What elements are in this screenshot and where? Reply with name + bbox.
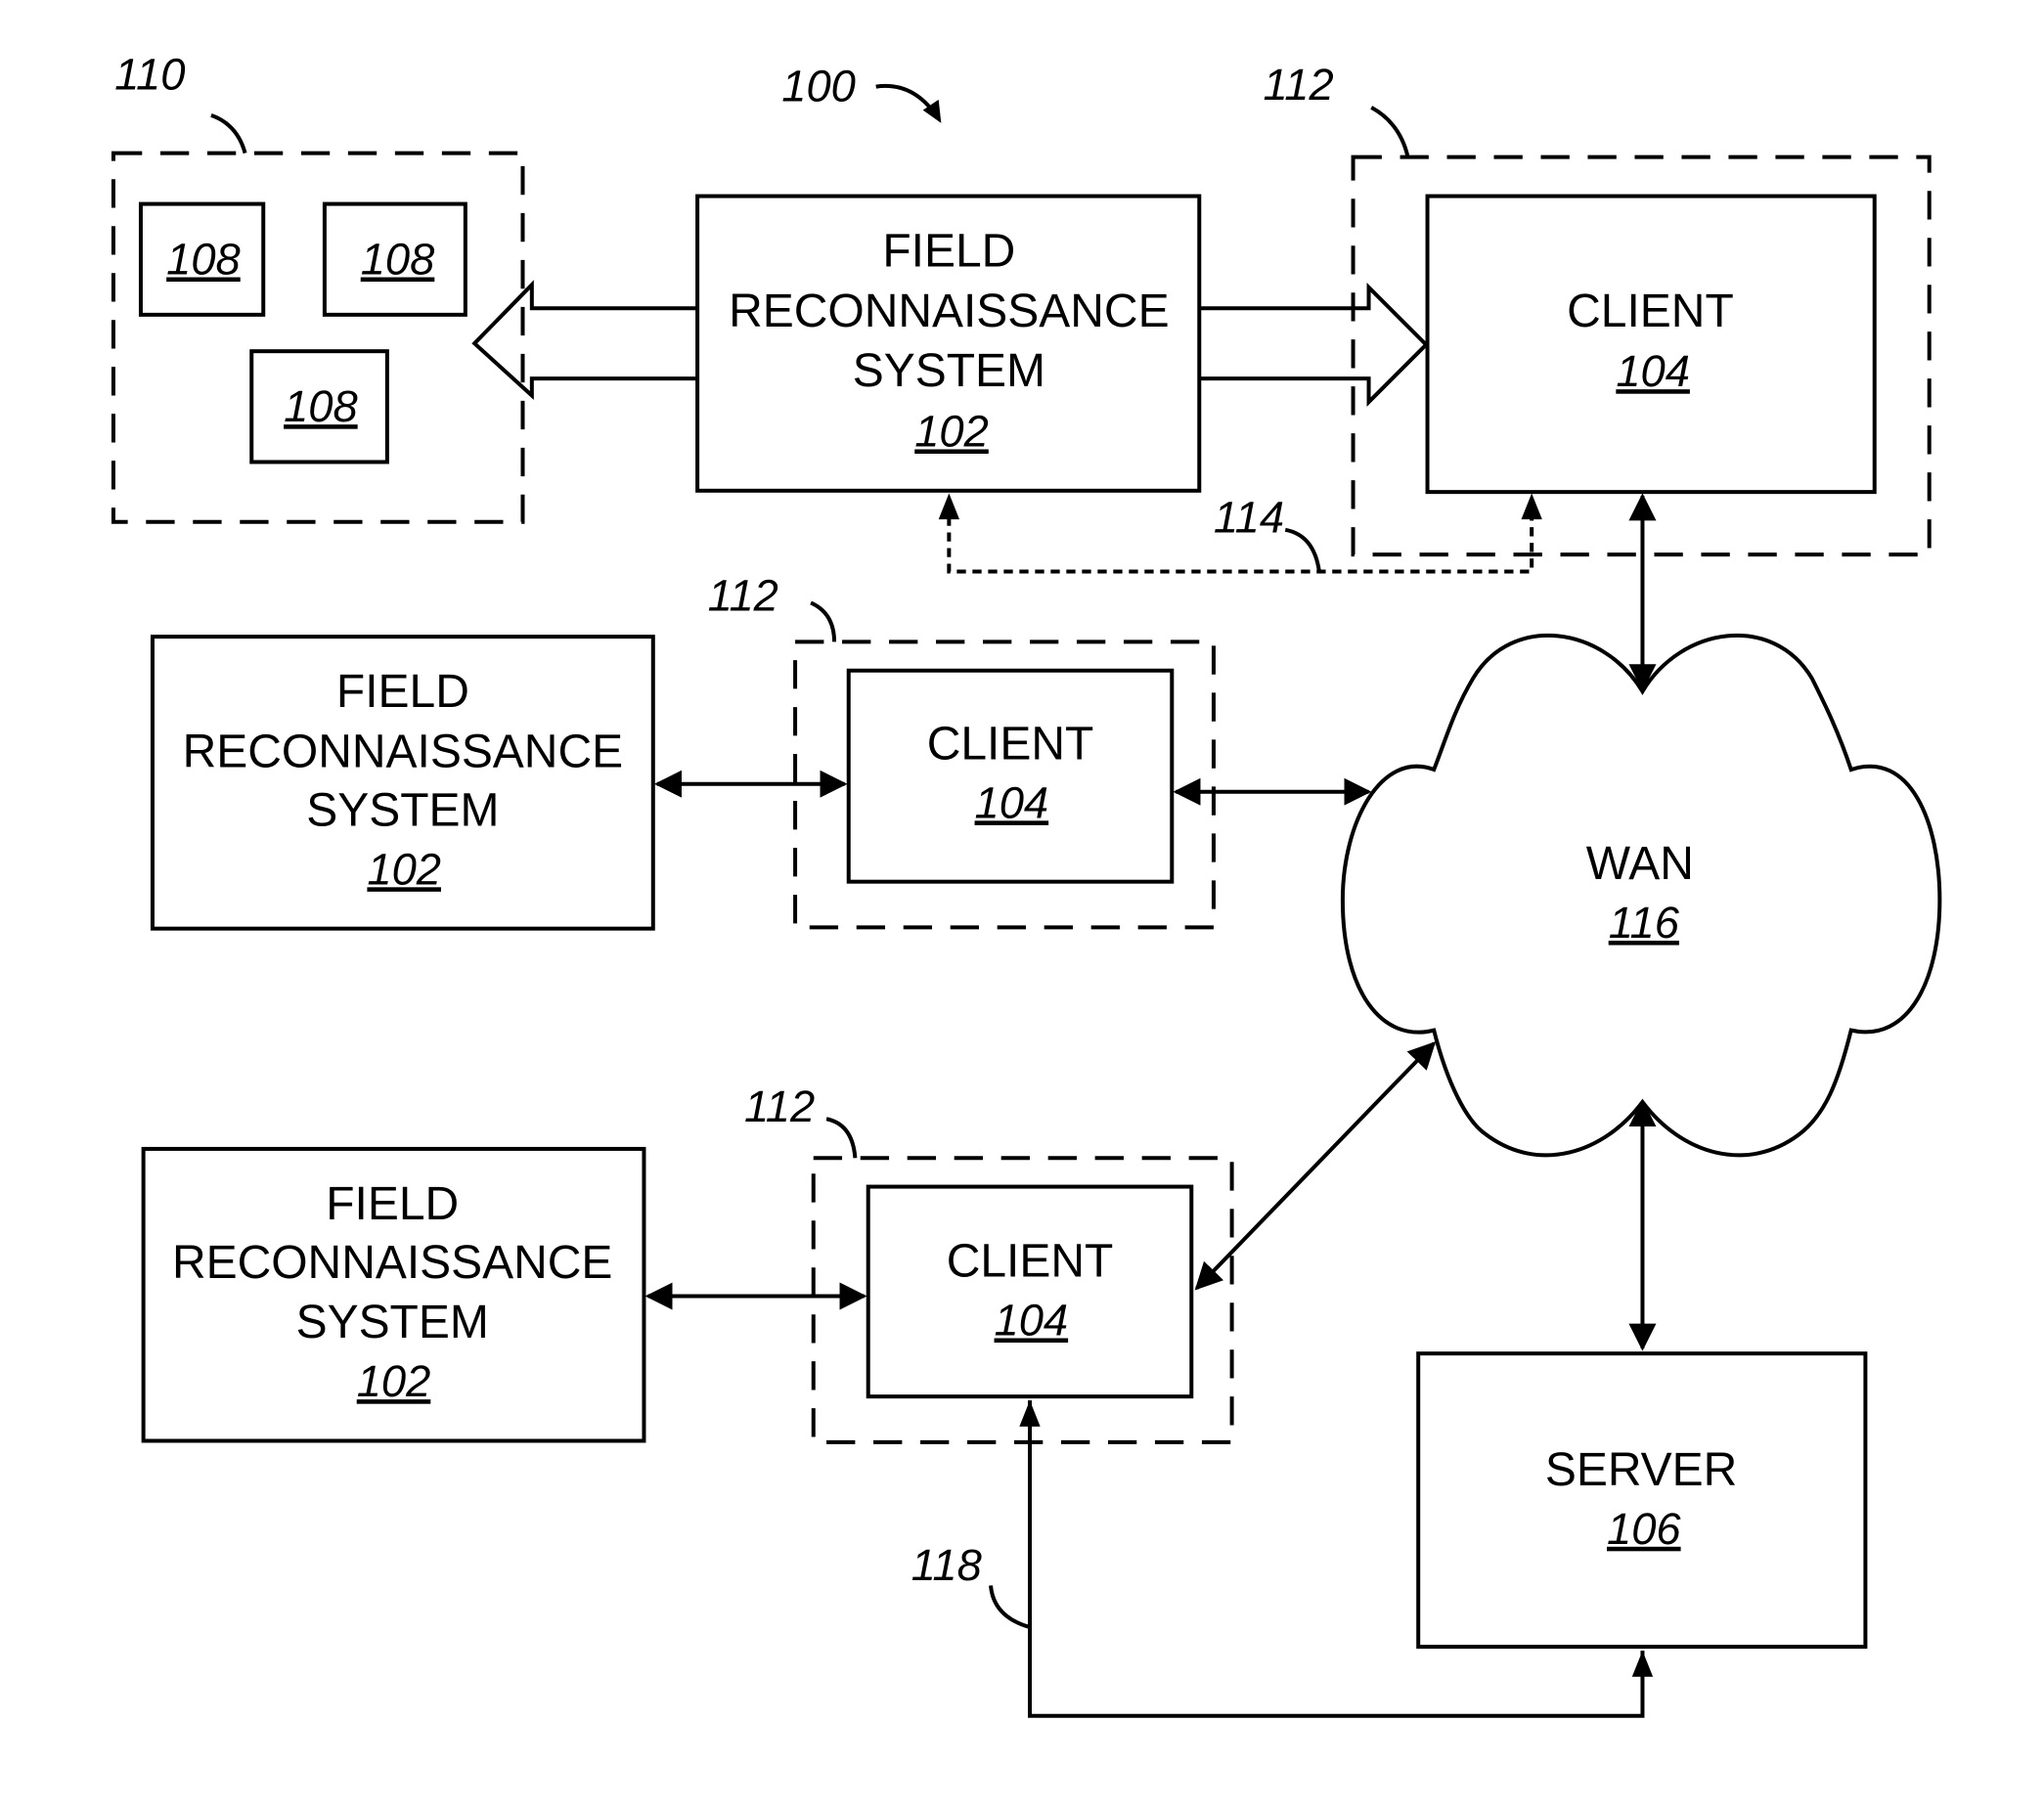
client-label: CLIENT: [947, 1236, 1114, 1288]
device-box[interactable]: 108: [249, 349, 389, 464]
figure-ref-label: 100: [781, 61, 856, 110]
local-link: 114: [938, 492, 1542, 574]
field-system-line-1: FIELD: [882, 226, 1015, 278]
block-arrow-right: [1199, 283, 1430, 407]
client-enclosure-leader: [825, 1117, 858, 1159]
device-number: 108: [284, 381, 358, 431]
client-middle[interactable]: CLIENT 104: [846, 668, 1175, 884]
server-link-arrowhead-client: [1019, 1400, 1041, 1427]
system-diagram: 100 110 108 108 108 FIELD RECONNAISSANCE…: [111, 49, 1942, 1718]
server-link-ref: 118: [911, 1540, 982, 1590]
client-top[interactable]: CLIENT 104: [1425, 194, 1877, 495]
local-link-ref: 114: [1214, 492, 1284, 542]
device-number: 108: [361, 235, 435, 285]
figure-ref-100: 100: [781, 61, 942, 123]
client-label: CLIENT: [927, 718, 1094, 770]
device-group-ref: 110: [114, 49, 185, 99]
client-enclosure-ref: 112: [1263, 60, 1333, 110]
local-link-arrowhead-client: [1521, 493, 1542, 520]
field-system-number: 102: [357, 1356, 431, 1406]
server-label: SERVER: [1545, 1444, 1737, 1496]
server-number: 106: [1607, 1504, 1681, 1554]
client-number: 104: [975, 777, 1049, 827]
field-system-top[interactable]: FIELD RECONNAISSANCE SYSTEM 102: [695, 194, 1202, 493]
device-box[interactable]: 108: [322, 201, 467, 317]
client-enclosure-leader: [810, 600, 837, 642]
wan-cloud[interactable]: WAN 116: [1340, 633, 1942, 1158]
client-enclosure-leader: [1370, 106, 1410, 158]
client-enclosure-ref: 112: [744, 1081, 815, 1131]
field-system-line-3: SYSTEM: [853, 345, 1045, 397]
device-group-leader: [210, 113, 247, 154]
device-group: 110 108 108 108: [111, 49, 525, 524]
local-link-leader: [1284, 527, 1321, 572]
client-number: 104: [1616, 346, 1690, 396]
server-link-arrowhead-server: [1631, 1651, 1654, 1677]
device-number: 108: [166, 235, 241, 285]
field-system-line-1: FIELD: [326, 1178, 459, 1230]
field-system-bottom[interactable]: FIELD RECONNAISSANCE SYSTEM 102: [141, 1146, 646, 1443]
field-system-middle[interactable]: FIELD RECONNAISSANCE SYSTEM 102: [150, 635, 655, 931]
client-label: CLIENT: [1567, 286, 1734, 337]
server-link-leader: [989, 1585, 1031, 1630]
device-box[interactable]: 108: [138, 201, 266, 317]
field-system-line-3: SYSTEM: [306, 784, 499, 836]
field-system-line-2: RECONNAISSANCE: [183, 726, 623, 777]
block-arrow-left: [471, 280, 698, 401]
wan-label: WAN: [1586, 838, 1694, 890]
client-bottom[interactable]: CLIENT 104: [866, 1184, 1194, 1399]
client-number: 104: [995, 1296, 1069, 1346]
field-system-line-3: SYSTEM: [296, 1297, 489, 1348]
field-system-number: 102: [367, 844, 441, 894]
field-system-line-2: RECONNAISSANCE: [172, 1237, 612, 1289]
server[interactable]: SERVER 106: [1416, 1351, 1868, 1650]
client-enclosure-ref: 112: [708, 570, 778, 620]
field-system-line-1: FIELD: [336, 666, 469, 718]
wan-number: 116: [1609, 898, 1680, 948]
field-system-number: 102: [914, 406, 989, 456]
local-link-arrowhead-fs: [938, 493, 960, 520]
field-system-line-2: RECONNAISSANCE: [729, 286, 1169, 337]
